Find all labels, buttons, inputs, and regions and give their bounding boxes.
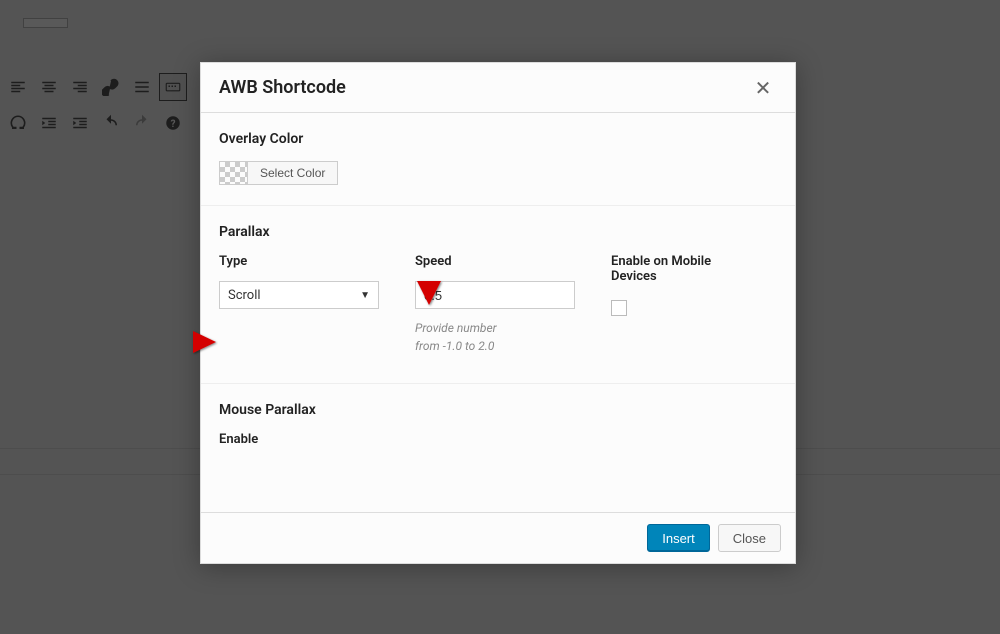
annotation-arrow-icon — [118, 327, 218, 357]
overlay-color-section: Overlay Color Select Color — [201, 113, 795, 206]
close-button[interactable]: Close — [718, 524, 781, 552]
transparency-swatch-icon[interactable] — [219, 161, 247, 185]
mobile-checkbox[interactable] — [611, 300, 627, 316]
parallax-title: Parallax — [219, 224, 777, 240]
enable-label: Enable — [219, 432, 777, 447]
type-label: Type — [219, 254, 385, 269]
modal-body-wrap: Overlay Color Select Color Parallax Type… — [201, 113, 795, 513]
insert-button[interactable]: Insert — [647, 524, 710, 552]
mobile-label: Enable on Mobile Devices — [611, 254, 777, 284]
parallax-section: Parallax Type Scroll ▼ Speed Provide num — [201, 206, 795, 384]
modal-header: AWB Shortcode ✕ — [201, 63, 795, 113]
select-color-button[interactable]: Select Color — [247, 161, 338, 185]
mouse-parallax-title: Mouse Parallax — [219, 402, 777, 418]
parallax-mobile-col: Enable on Mobile Devices — [611, 254, 777, 355]
type-select[interactable]: Scroll ▼ — [219, 281, 379, 309]
annotation-arrow-icon — [412, 215, 446, 307]
overlay-color-title: Overlay Color — [219, 131, 777, 147]
chevron-down-icon: ▼ — [360, 290, 370, 301]
mouse-parallax-section: Mouse Parallax Enable — [201, 384, 795, 467]
parallax-type-col: Type Scroll ▼ — [219, 254, 385, 355]
awb-shortcode-modal: AWB Shortcode ✕ Overlay Color Select Col… — [200, 62, 796, 564]
type-select-value: Scroll — [228, 288, 261, 303]
modal-body[interactable]: Overlay Color Select Color Parallax Type… — [201, 113, 795, 512]
modal-title: AWB Shortcode — [219, 77, 346, 98]
modal-footer: Insert Close — [201, 513, 795, 563]
speed-help: Provide number from -1.0 to 2.0 — [415, 319, 581, 355]
color-picker-row: Select Color — [219, 161, 777, 185]
close-icon[interactable]: ✕ — [749, 74, 777, 102]
